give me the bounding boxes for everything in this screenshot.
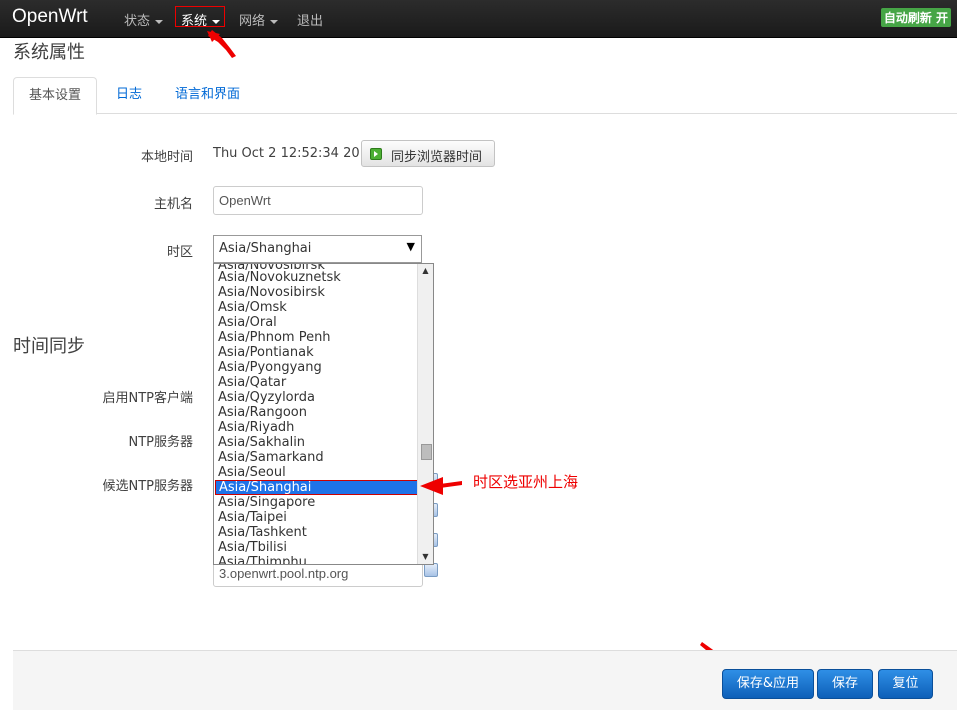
- annotation-note: 时区选亚州上海: [473, 473, 579, 491]
- reset-button[interactable]: 复位: [878, 669, 933, 699]
- arrow-icon: [440, 481, 462, 488]
- save-button[interactable]: 保存: [817, 669, 873, 699]
- annotation-arrows: [207, 30, 741, 671]
- arrow-icon: [420, 477, 443, 495]
- form-actions-bar: 保存&应用 保存 复位: [13, 650, 957, 710]
- save-apply-button[interactable]: 保存&应用: [722, 669, 814, 699]
